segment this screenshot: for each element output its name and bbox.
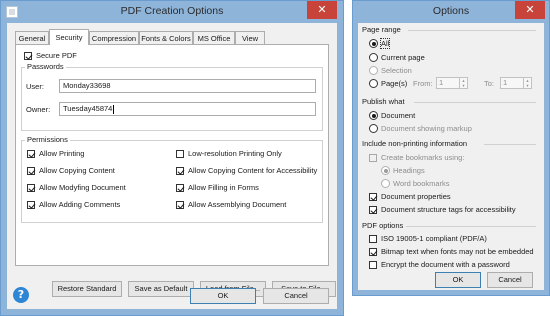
low-res-printing-label: Low-resolution Printing Only — [188, 149, 282, 158]
options-cancel-button[interactable]: Cancel — [487, 272, 533, 288]
structure-tags-checkbox[interactable] — [369, 206, 377, 214]
document-label: Document — [381, 111, 416, 120]
title-bar[interactable]: PDF Creation Options ✕ — [1, 1, 343, 23]
word-bookmarks-label: Word bookmarks — [393, 179, 450, 188]
secure-pdf-label: Secure PDF — [36, 51, 77, 60]
owner-password-label: Owner: — [26, 105, 51, 114]
selection-label: Selection — [381, 66, 412, 75]
owner-password-field[interactable]: Tuesday45874 — [59, 102, 316, 116]
from-page-value: 1 — [439, 78, 444, 87]
allow-adding-comments-checkbox[interactable] — [27, 201, 35, 209]
allow-filling-forms-label: Allow Filling in Forms — [188, 183, 259, 192]
dialog-client-area: General Security Compression Fonts & Col… — [7, 23, 337, 309]
from-page-spinner[interactable]: 1 ▲ ▼ — [436, 77, 468, 89]
document-properties-checkbox[interactable] — [369, 193, 377, 201]
tab-ms-office[interactable]: MS Office — [193, 31, 235, 44]
headings-label: Headings — [393, 166, 425, 175]
tab-general[interactable]: General — [15, 31, 49, 44]
allow-modifying-label: Allow Modyfing Document — [39, 183, 126, 192]
allow-assembling-checkbox[interactable] — [176, 201, 184, 209]
restore-standard-button[interactable]: Restore Standard — [52, 281, 122, 297]
encrypt-checkbox[interactable] — [369, 261, 377, 269]
help-icon[interactable]: ? — [13, 287, 29, 303]
tab-fonts-colors[interactable]: Fonts & Colors — [139, 31, 193, 44]
options-close-button[interactable]: ✕ — [515, 1, 545, 19]
word-bookmarks-radio[interactable] — [381, 179, 390, 188]
to-page-value: 1 — [503, 78, 508, 87]
security-tab-panel: Secure PDF Passwords User: Monday33698 O… — [15, 44, 336, 297]
save-as-default-button[interactable]: Save as Default — [128, 281, 194, 297]
selection-radio[interactable] — [369, 66, 378, 75]
document-properties-label: Document properties — [381, 192, 451, 201]
low-res-printing-checkbox[interactable] — [176, 150, 184, 158]
permissions-group-title: Permissions — [25, 135, 70, 144]
bitmap-text-label: Bitmap text when fonts may not be embedd… — [381, 247, 534, 256]
user-password-field[interactable]: Monday33698 — [59, 79, 316, 93]
to-label: To: — [484, 79, 495, 88]
options-ok-button[interactable]: OK — [435, 272, 481, 288]
publish-what-title: Publish what — [362, 97, 405, 106]
allow-copying-accessibility-label: Allow Copying Content for Accessibility — [188, 166, 318, 175]
bitmap-text-checkbox[interactable] — [369, 248, 377, 256]
tab-view[interactable]: View — [235, 31, 265, 44]
ok-button[interactable]: OK — [190, 288, 256, 304]
page-range-all-radio[interactable] — [369, 39, 378, 48]
document-markup-radio[interactable] — [369, 124, 378, 133]
pdf-options-rule — [406, 226, 536, 227]
publish-what-rule — [414, 102, 536, 103]
user-password-label: User: — [26, 82, 44, 91]
document-radio[interactable] — [369, 111, 378, 120]
create-bookmarks-label: Create bookmarks using: — [381, 153, 465, 162]
from-spinner-arrows-icon[interactable]: ▲ ▼ — [459, 78, 467, 88]
allow-copying-checkbox[interactable] — [27, 167, 35, 175]
encrypt-label: Encrypt the document with a password — [381, 260, 510, 269]
pdf-options-title: PDF options — [362, 221, 404, 230]
pages-label: Page(s) — [381, 79, 408, 88]
current-page-radio[interactable] — [369, 53, 378, 62]
to-page-spinner[interactable]: 1 ▲ ▼ — [500, 77, 532, 89]
document-markup-label: Document showing markup — [381, 124, 472, 133]
window-title: PDF Creation Options — [120, 5, 224, 17]
page-range-rule — [408, 30, 536, 31]
structure-tags-label: Document structure tags for accessibilit… — [381, 205, 516, 214]
headings-radio[interactable] — [381, 166, 390, 175]
allow-printing-label: Allow Printing — [39, 149, 85, 158]
text-caret — [113, 104, 115, 114]
allow-adding-comments-label: Allow Adding Comments — [39, 200, 121, 209]
options-client-area: Page range All Current page Selection Pa… — [358, 23, 544, 290]
current-page-label: Current page — [381, 53, 425, 62]
options-window: Options ✕ Page range All Current page Se… — [352, 0, 550, 296]
allow-printing-checkbox[interactable] — [27, 150, 35, 158]
allow-assembling-label: Allow Assemblying Document — [188, 200, 287, 209]
create-bookmarks-checkbox[interactable] — [369, 154, 377, 162]
options-title-bar[interactable]: Options ✕ — [353, 1, 549, 23]
close-button[interactable]: ✕ — [307, 1, 337, 19]
pages-radio[interactable] — [369, 79, 378, 88]
owner-password-value: Tuesday45874 — [63, 104, 113, 113]
passwords-group-title: Passwords — [25, 62, 66, 71]
from-label: From: — [413, 79, 433, 88]
page-range-title: Page range — [362, 25, 401, 34]
non-printing-rule — [484, 144, 536, 145]
secure-pdf-checkbox[interactable] — [24, 52, 32, 60]
passwords-group — [21, 67, 323, 131]
iso-compliant-checkbox[interactable] — [369, 235, 377, 243]
allow-copying-accessibility-checkbox[interactable] — [176, 167, 184, 175]
allow-filling-forms-checkbox[interactable] — [176, 184, 184, 192]
to-spinner-arrows-icon[interactable]: ▲ ▼ — [523, 78, 531, 88]
tab-compression[interactable]: Compression — [89, 31, 139, 44]
pdf-creation-options-window: PDF Creation Options ✕ General Security … — [0, 0, 344, 316]
allow-modifying-checkbox[interactable] — [27, 184, 35, 192]
allow-copying-label: Allow Copying Content — [39, 166, 115, 175]
non-printing-title: Include non-printing information — [362, 139, 468, 148]
page-range-all-label: All — [379, 38, 391, 49]
cancel-button[interactable]: Cancel — [263, 288, 329, 304]
tab-security[interactable]: Security — [49, 29, 89, 45]
user-password-value: Monday33698 — [63, 81, 111, 90]
iso-compliant-label: ISO 19005-1 compliant (PDF/A) — [381, 234, 487, 243]
